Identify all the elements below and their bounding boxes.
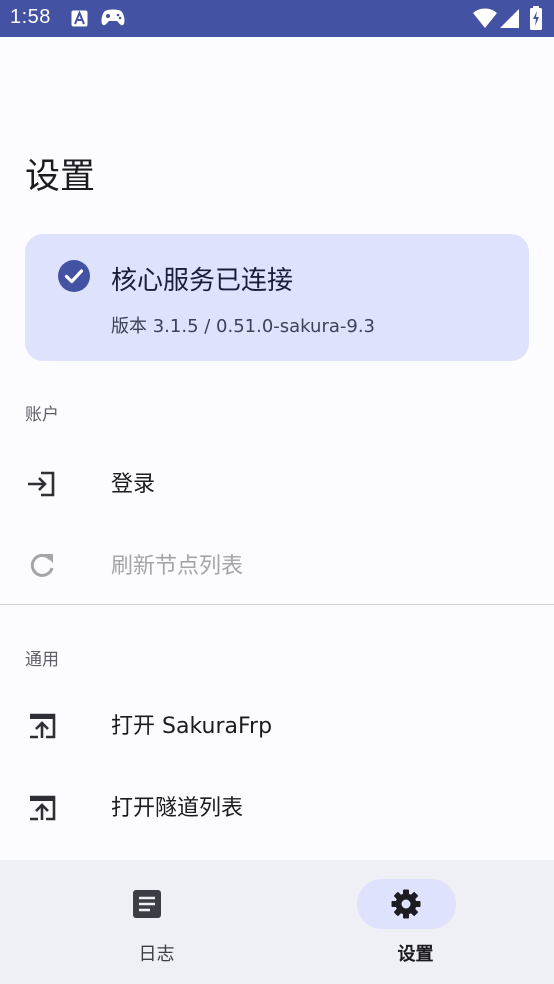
nav-label-settings: 设置 (397, 944, 434, 965)
core-version-text: 版本 3.1.5 / 0.51.0-sakura-9.3 (111, 316, 376, 337)
refresh-nodes-item[interactable]: 刷新节点列表 (0, 524, 554, 604)
core-status-title: 核心服务已连接 (111, 266, 294, 296)
log-icon (133, 890, 161, 918)
signal-icon (500, 9, 519, 28)
gamepad-icon (101, 9, 125, 26)
open-tunnel-list-label: 打开隧道列表 (111, 796, 244, 821)
refresh-icon (30, 553, 54, 577)
status-time: 1:58 (10, 6, 51, 28)
battery-charging-icon (530, 6, 542, 30)
nav-label-log: 日志 (138, 944, 175, 965)
refresh-nodes-label: 刷新节点列表 (111, 554, 244, 579)
section-divider (0, 604, 554, 605)
status-bar: 1:58 (0, 0, 554, 37)
check-circle-icon (58, 260, 90, 292)
keyboard-a-icon (71, 10, 88, 27)
login-icon (28, 471, 55, 497)
nav-item-settings[interactable]: 设置 (277, 860, 554, 984)
page-title: 设置 (25, 157, 96, 197)
wifi-icon (473, 8, 497, 28)
open-sakurafrp-item[interactable]: 打开 SakuraFrp (0, 684, 554, 764)
open-sakurafrp-label: 打开 SakuraFrp (111, 714, 273, 739)
gear-icon (391, 889, 421, 919)
login-label: 登录 (111, 472, 156, 497)
core-status-card: 核心服务已连接 版本 3.1.5 / 0.51.0-sakura-9.3 (25, 234, 529, 361)
nav-item-log[interactable]: 日志 (18, 860, 295, 984)
section-label-account: 账户 (25, 405, 59, 425)
bottom-navigation: 日志 设置 (0, 860, 554, 984)
open-tunnel-list-item[interactable]: 打开隧道列表 (0, 766, 554, 846)
open-in-browser-icon (30, 713, 56, 739)
section-label-general: 通用 (25, 650, 59, 670)
open-in-browser-icon (30, 795, 56, 821)
login-item[interactable]: 登录 (0, 442, 554, 522)
